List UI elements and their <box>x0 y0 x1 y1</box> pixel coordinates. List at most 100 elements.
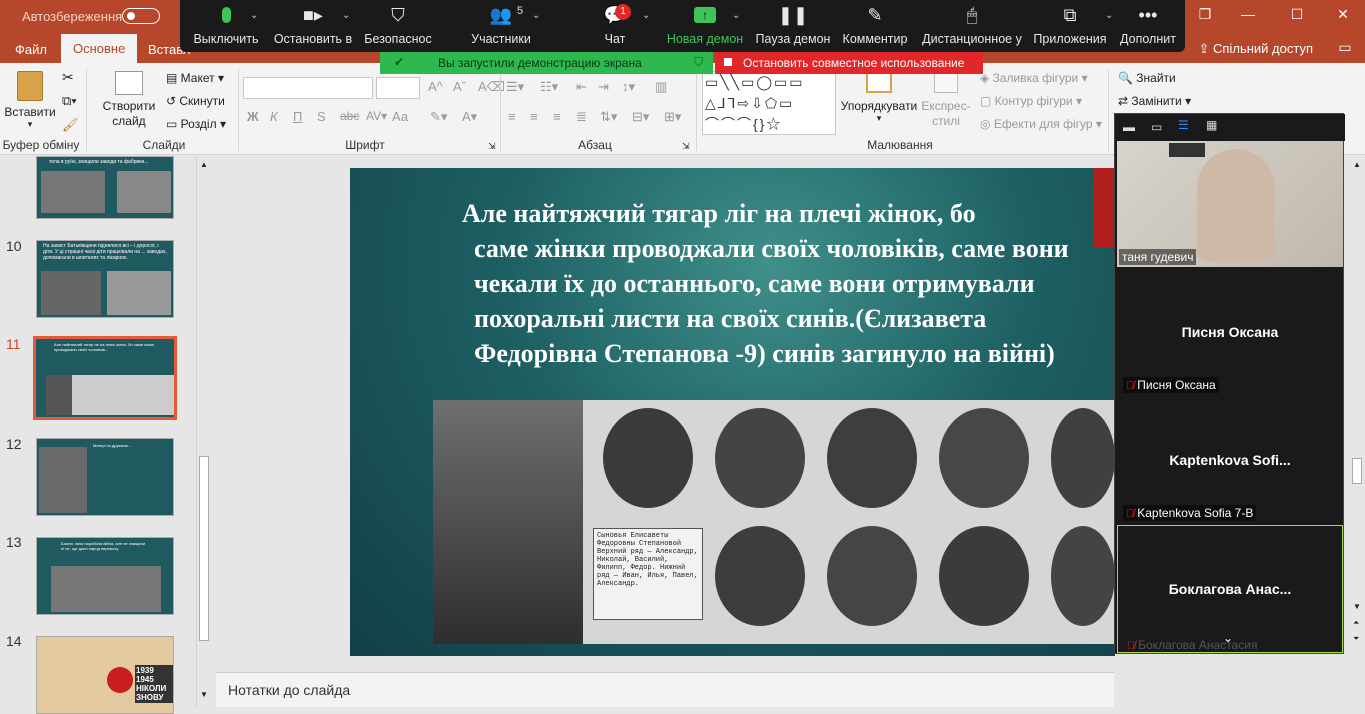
change-case-button[interactable]: Аа <box>392 109 408 124</box>
shape-effects-button[interactable]: ◎ Ефекти для фігур ▾ <box>980 117 1102 131</box>
gallery-view-icon[interactable]: ▦ <box>1206 118 1217 132</box>
italic-button[interactable]: К <box>270 109 278 124</box>
mute-button[interactable]: Выключить <box>188 0 264 52</box>
current-slide[interactable]: Але найтяжчий тягар ліг на плечі жінок, … <box>350 168 1115 656</box>
scroll-up-icon[interactable]: ▲ <box>1353 160 1361 169</box>
format-painter-icon[interactable]: 🖌 <box>62 117 79 133</box>
annotate-button[interactable]: ✎ Комментир <box>840 0 910 52</box>
close-icon[interactable]: ✕ <box>1328 6 1358 23</box>
more-button[interactable]: ••• Дополнит <box>1116 0 1180 52</box>
scroll-down-icon[interactable]: ▼ <box>200 690 208 699</box>
tab-file[interactable]: Файл <box>15 42 47 57</box>
tab-home[interactable]: Основне <box>61 34 138 63</box>
minimize-icon[interactable]: — <box>1233 6 1263 22</box>
share-button[interactable]: ⇪ Спільний доступ <box>1199 41 1313 57</box>
layout-button[interactable]: ▤ Макет ▾ <box>166 71 224 85</box>
numbering-icon[interactable]: ☷▾ <box>540 79 558 95</box>
bullets-icon[interactable]: ☰▾ <box>506 79 524 95</box>
slide-thumb-14[interactable]: 1939 1945 НІКОЛИ ЗНОВУ <box>36 636 174 714</box>
autosave-toggle[interactable] <box>122 8 160 24</box>
participant-tile-video[interactable]: таня гудевич <box>1117 141 1343 267</box>
smartart-icon[interactable]: ⊞▾ <box>664 109 681 125</box>
align-center-icon[interactable]: ≡ <box>530 109 538 124</box>
slide-thumb-9[interactable]: тела в руїні, знищили заводи та фабрики.… <box>36 156 174 219</box>
security-button[interactable]: ⛉ Безопаснос <box>362 0 434 52</box>
font-name-select[interactable] <box>243 77 373 99</box>
pin-icon[interactable]: ✔ <box>394 55 404 69</box>
scroll-thumb[interactable] <box>1352 458 1362 484</box>
justify-icon[interactable]: ≣ <box>576 109 587 125</box>
arrange-button[interactable]: Упорядкувати ▾ <box>840 71 918 124</box>
stop-share-button[interactable]: Остановить совместное использование <box>715 52 983 74</box>
line-spacing-icon[interactable]: ↕▾ <box>622 79 635 95</box>
scroll-down-chevron-icon[interactable]: ⌄ <box>1223 631 1233 645</box>
font-color-icon[interactable]: A▾ <box>462 109 477 125</box>
strike-button[interactable]: abc <box>340 109 359 123</box>
section-button[interactable]: ▭ Розділ ▾ <box>166 117 226 131</box>
shapes-gallery[interactable]: ▭╲╲▭◯▭▭ △⅃⅂⇨⇩⬠▭ ⌒⌒⌒{}☆ <box>702 71 836 135</box>
slide-thumb-13[interactable]: Багато лиха наробила війна, але не знищи… <box>36 537 174 615</box>
indent-icon[interactable]: ⇥ <box>598 79 609 95</box>
grow-font-icon[interactable]: A^ <box>428 79 443 94</box>
slide-thumb-10[interactable]: На захист Батьківщини піднялися всі – і … <box>36 240 174 318</box>
slide-thumb-11[interactable]: Але найтяжчий тягар ліг на плечі жінок, … <box>33 336 177 420</box>
scroll-up-icon[interactable]: ▲ <box>200 160 208 169</box>
slide-photo[interactable]: Сыновья Елисаветы Федоровны Степановой В… <box>433 400 1115 644</box>
participants-options-chevron-icon[interactable]: ⌄ <box>532 10 540 21</box>
remote-control-button[interactable]: 🖱 Дистанционное у <box>920 0 1024 52</box>
align-left-icon[interactable]: ≡ <box>508 109 516 124</box>
font-dialog-icon[interactable]: ⇲ <box>488 141 496 152</box>
stop-video-button[interactable]: ■▸ Остановить в <box>272 0 354 52</box>
text-direction-icon[interactable]: ⇅▾ <box>600 109 617 125</box>
thumbnails-scrollbar[interactable]: ▲ ▼ <box>196 156 212 707</box>
share-options-chevron-icon[interactable]: ⌄ <box>732 10 740 21</box>
apps-options-chevron-icon[interactable]: ⌄ <box>1105 10 1113 21</box>
new-share-button[interactable]: ↑ Новая демон <box>666 0 744 52</box>
scroll-down-icon[interactable]: ▼ <box>1353 602 1361 611</box>
shape-outline-button[interactable]: ▢ Контур фігури ▾ <box>980 94 1082 108</box>
shape-fill-button[interactable]: ◈ Заливка фігури ▾ <box>980 71 1088 85</box>
prev-slide-icon[interactable]: ⏶ <box>1353 618 1359 628</box>
participant-tile[interactable]: Kaptenkova Sofi... 🎙̸ Kaptenkova Sofia 7-… <box>1117 398 1343 524</box>
slide-thumb-12[interactable]: Матері та дружини... <box>36 438 174 516</box>
reset-button[interactable]: ↺ Скинути <box>166 94 225 108</box>
align-text-icon[interactable]: ⊟▾ <box>632 109 649 125</box>
mute-options-chevron-icon[interactable]: ⌄ <box>250 10 258 21</box>
pause-share-button[interactable]: ❚❚ Пауза демон <box>755 0 831 52</box>
participant-tile[interactable]: Писня Оксана 🎙̸ Писня Оксана <box>1117 269 1343 395</box>
comments-icon[interactable]: ▭ <box>1330 39 1360 56</box>
copy-icon[interactable]: ⧉▾ <box>62 93 77 109</box>
columns-icon[interactable]: ▥ <box>655 79 667 95</box>
underline-button[interactable]: П <box>293 109 302 124</box>
participants-button[interactable]: 👥 Участники <box>465 0 537 52</box>
notes-pane[interactable]: Нотатки до слайда <box>216 672 1114 707</box>
chat-options-chevron-icon[interactable]: ⌄ <box>642 10 650 21</box>
clear-format-icon[interactable]: A⌫ <box>478 79 505 95</box>
slide-text[interactable]: Але найтяжчий тягар ліг на плечі жінок, … <box>462 196 1082 371</box>
align-right-icon[interactable]: ≡ <box>553 109 561 124</box>
quick-styles-button[interactable]: Експрес-стилі <box>918 71 974 129</box>
shrink-font-icon[interactable]: Aˇ <box>453 79 466 94</box>
paragraph-dialog-icon[interactable]: ⇲ <box>682 141 690 152</box>
restore-ribbon-icon[interactable]: ❐ <box>1190 6 1220 23</box>
video-options-chevron-icon[interactable]: ⌄ <box>342 10 350 21</box>
editor-scrollbar[interactable]: ▲ ▼ ⏶ ⏷ <box>1349 156 1365 707</box>
cut-icon[interactable]: ✂ <box>62 69 74 86</box>
spacing-button[interactable]: AV▾ <box>366 109 387 123</box>
replace-button[interactable]: ⇄ Замінити ▾ <box>1118 94 1191 108</box>
font-size-select[interactable] <box>376 77 420 99</box>
speaker-view-icon[interactable]: ☰ <box>1178 118 1189 132</box>
participant-tile-active[interactable]: Боклагова Анас... 🎙̸ Боклагова Анастасия … <box>1117 525 1343 653</box>
new-slide-button[interactable]: Створити слайд <box>98 71 160 129</box>
paste-button[interactable]: Вставити ▾ <box>4 71 56 130</box>
scroll-thumb[interactable] <box>199 456 209 641</box>
apps-button[interactable]: ⧉ Приложения <box>1032 0 1108 52</box>
next-slide-icon[interactable]: ⏷ <box>1353 634 1359 644</box>
outdent-icon[interactable]: ⇤ <box>576 79 587 95</box>
maximize-icon[interactable]: ☐ <box>1282 6 1312 23</box>
highlight-icon[interactable]: ✎▾ <box>430 109 447 125</box>
single-view-icon[interactable]: ▭ <box>1151 120 1162 134</box>
minimize-panel-icon[interactable]: ▬ <box>1123 120 1135 134</box>
bold-button[interactable]: Ж <box>247 109 259 124</box>
find-button[interactable]: 🔍 Знайти <box>1118 71 1176 85</box>
